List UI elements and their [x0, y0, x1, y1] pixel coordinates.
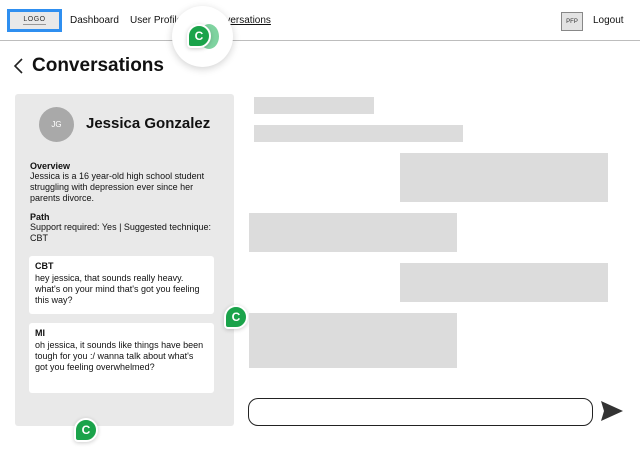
suggestion-body: hey jessica, that sounds really heavy. w…	[35, 273, 200, 305]
comment-badge[interactable]: C	[187, 24, 211, 48]
suggestion-card-cbt[interactable]: CBT hey jessica, that sounds really heav…	[29, 256, 214, 314]
page-title: Conversations	[32, 55, 164, 76]
chat-message-placeholder	[254, 125, 463, 142]
logo-text: LOGO	[23, 16, 46, 25]
profile-panel: JG Jessica Gonzalez Overview Jessica is …	[15, 94, 234, 426]
suggestion-title: CBT	[35, 261, 54, 271]
send-icon[interactable]	[600, 400, 624, 422]
message-input[interactable]	[248, 398, 593, 426]
avatar: JG	[39, 107, 74, 142]
chat-message-placeholder	[400, 153, 608, 202]
logo[interactable]: LOGO	[7, 9, 62, 32]
profile-picture[interactable]: PFP	[561, 12, 583, 31]
path-label: Path	[30, 212, 50, 222]
chat-message-placeholder	[249, 213, 457, 252]
overview-label: Overview	[30, 161, 71, 171]
suggestion-body: oh jessica, it sounds like things have b…	[35, 340, 204, 372]
nav-link-dashboard[interactable]: Dashboard	[70, 15, 119, 26]
profile-name: Jessica Gonzalez	[86, 115, 211, 132]
top-navbar: LOGO Dashboard User Profile Conversation…	[0, 0, 640, 41]
logout-link[interactable]: Logout	[593, 15, 624, 26]
chevron-left-icon[interactable]	[13, 58, 25, 74]
chat-message-placeholder	[249, 313, 457, 368]
overview-text: Jessica is a 16 year-old high school stu…	[30, 171, 205, 203]
comment-badge[interactable]: C	[224, 305, 248, 329]
suggestion-card-mi[interactable]: MI oh jessica, it sounds like things hav…	[29, 323, 214, 393]
chat-message-placeholder	[254, 97, 374, 114]
comment-badge[interactable]: C	[74, 418, 98, 442]
path-text: Support required: Yes | Suggested techni…	[30, 222, 211, 243]
chat-message-placeholder	[400, 263, 608, 302]
suggestion-title: MI	[35, 328, 45, 338]
